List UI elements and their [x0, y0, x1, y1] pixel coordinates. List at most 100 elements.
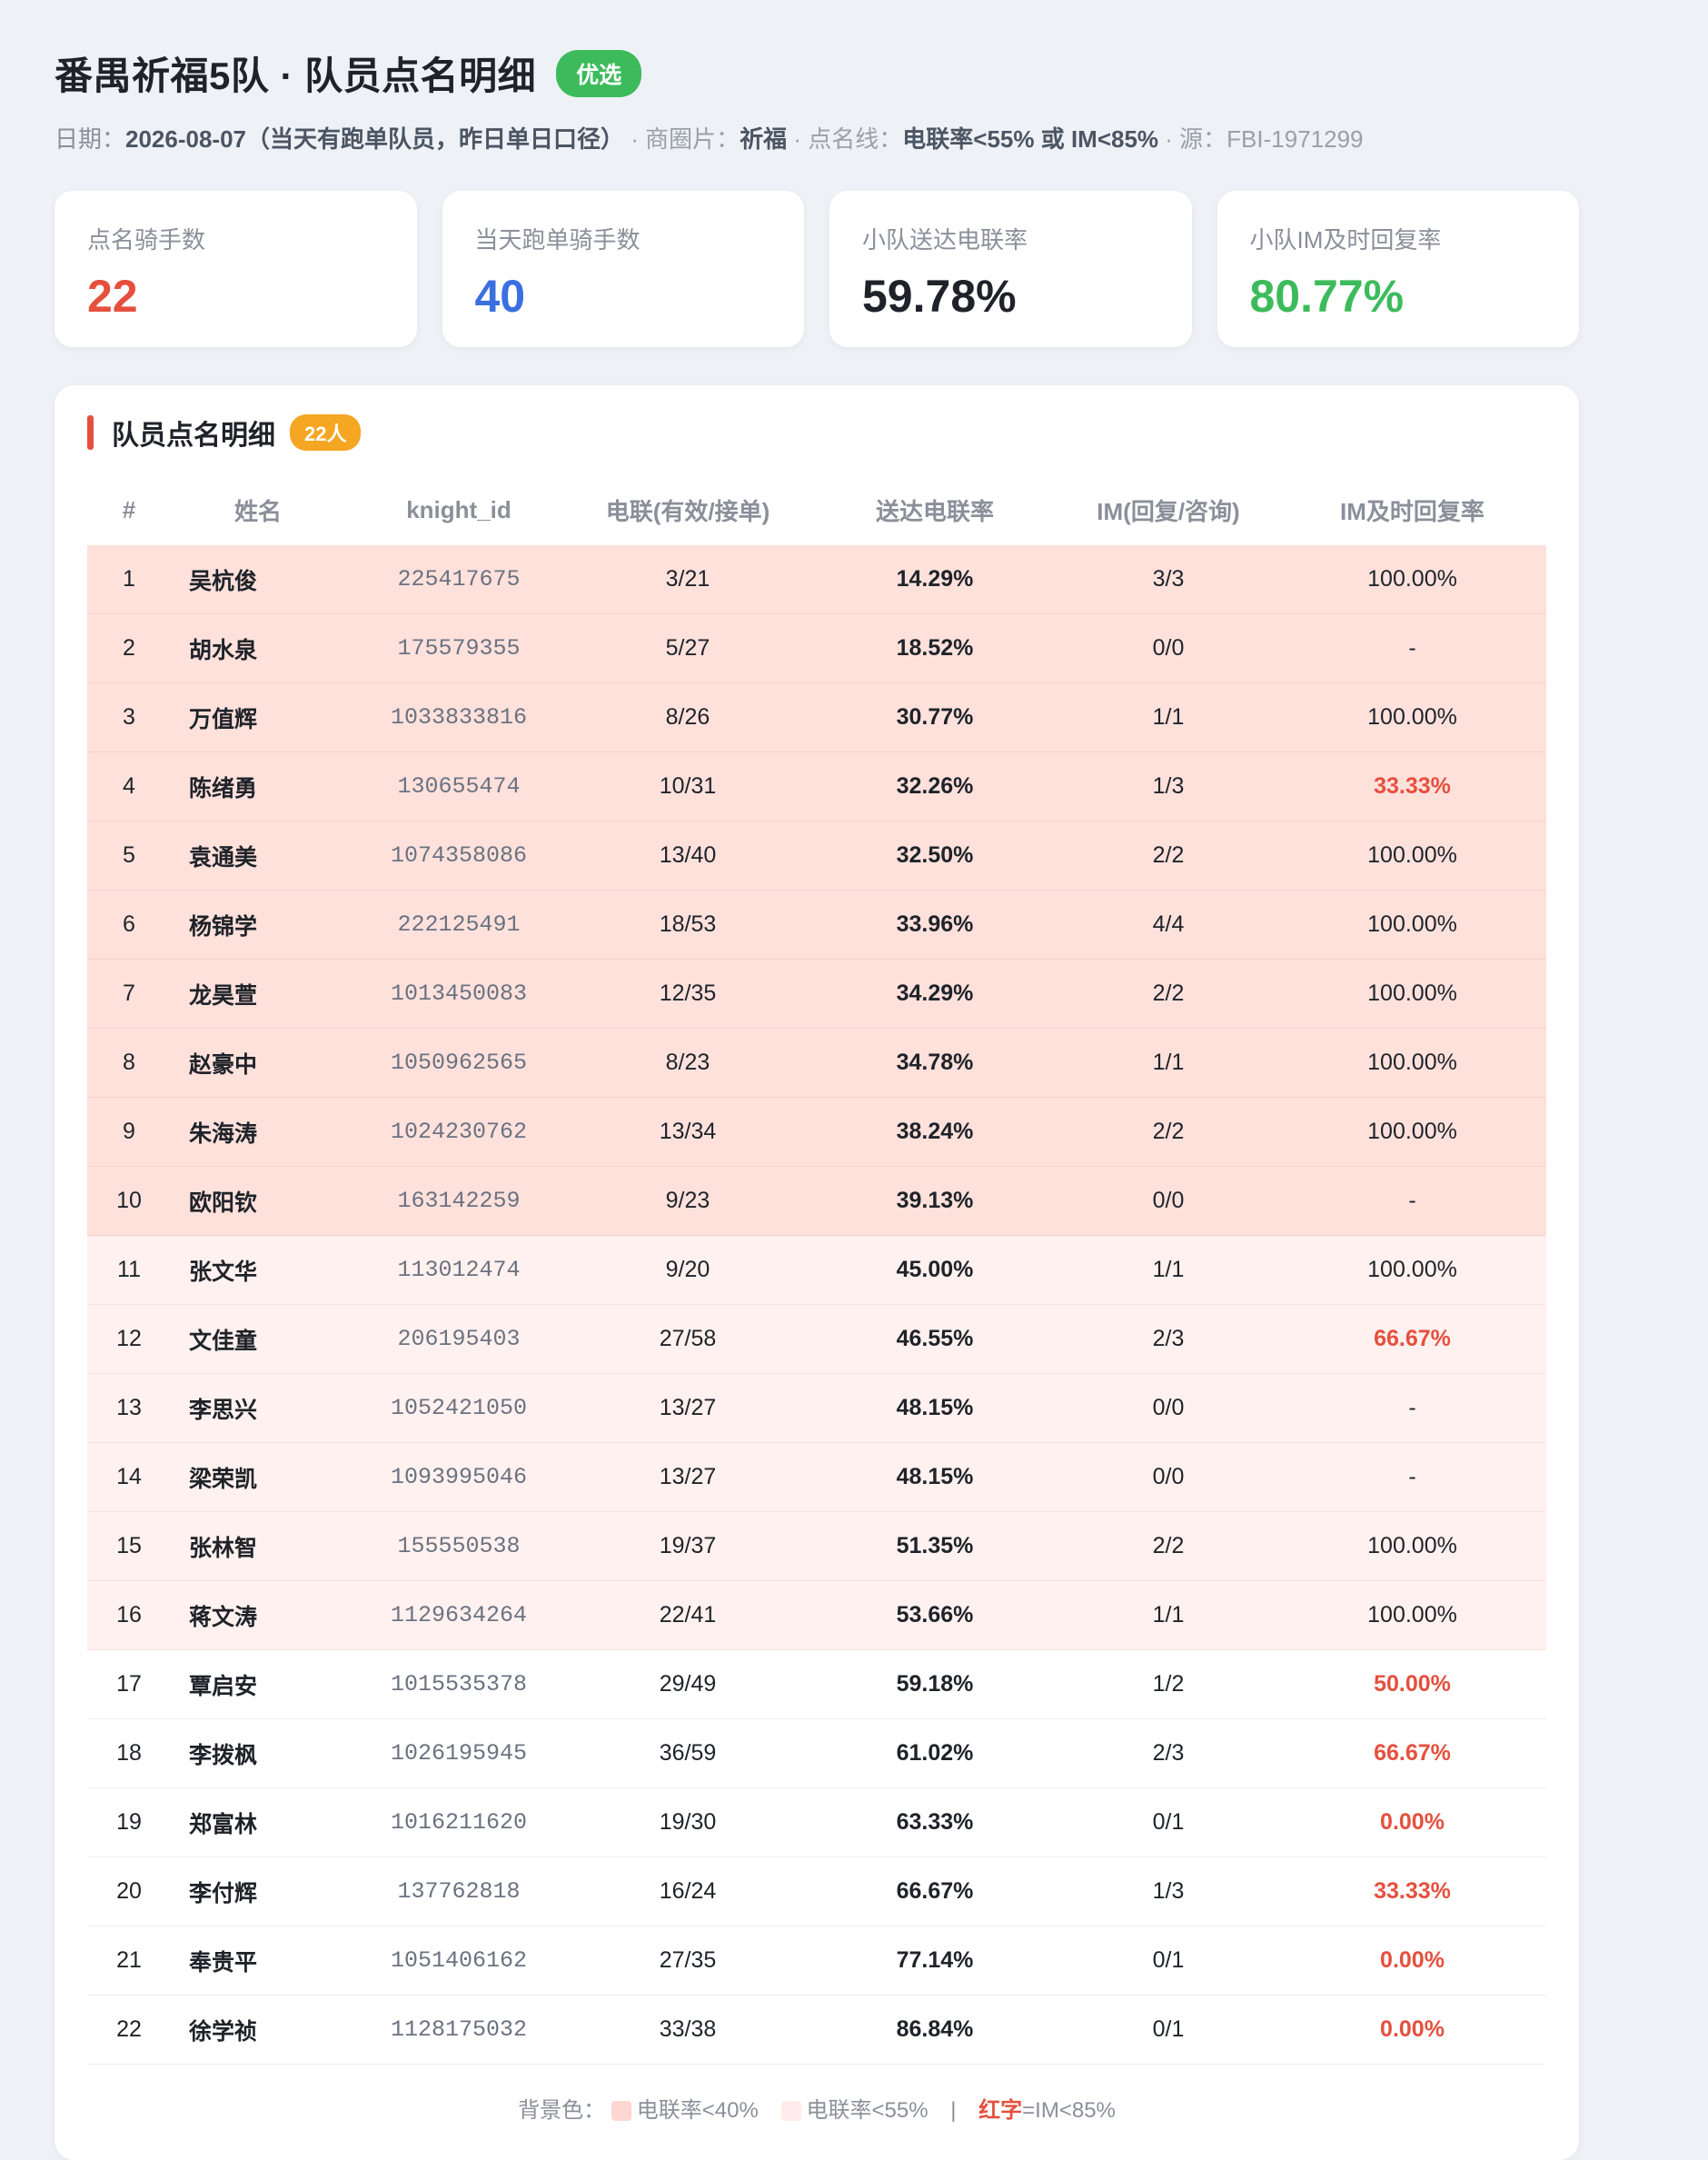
col-header-knight-id: knight_id	[406, 495, 511, 523]
page-title: 番禺祈福5队 · 队员点名明细	[55, 55, 537, 97]
cell-im-rate: 100.00%	[1278, 1097, 1546, 1167]
cell-call-rate: 38.24%	[811, 1097, 1058, 1167]
cell-im: 4/4	[1058, 890, 1278, 960]
cell-index: 14	[87, 1442, 171, 1512]
cell-call: 13/27	[564, 1373, 811, 1443]
table-row: 9 朱海涛 1024230762 13/34 38.24% 2/2 100.00%	[87, 1097, 1546, 1167]
cell-knight-id: 130655474	[353, 752, 564, 821]
table-row: 10 欧阳钦 163142259 9/23 39.13% 0/0-	[87, 1166, 1546, 1236]
table-row: 14 梁荣凯 1093995046 13/27 48.15% 0/0-	[87, 1442, 1546, 1512]
cell-index: 8	[87, 1028, 171, 1098]
cell-im-rate: 66.67%	[1278, 1718, 1546, 1788]
cell-name: 吴杭俊	[171, 545, 353, 614]
cell-im-rate: 100.00%	[1278, 1235, 1546, 1305]
cell-knight-id: 1129634264	[353, 1580, 564, 1650]
kpi-value: 40	[474, 271, 526, 322]
cell-knight-id: 1052421050	[353, 1373, 564, 1443]
cell-im: 1/1	[1058, 1235, 1278, 1305]
legend-swatch-light	[780, 2101, 801, 2121]
cell-im: 0/0	[1058, 1442, 1278, 1512]
table-row: 18 李拨枫 1026195945 36/59 61.02% 2/3 66.67%	[87, 1718, 1546, 1788]
cell-call-rate: 39.13%	[811, 1166, 1058, 1236]
cell-im: 0/1	[1058, 1995, 1278, 2065]
cell-knight-id: 225417675	[353, 545, 564, 614]
cell-knight-id: 1050962565	[353, 1028, 564, 1098]
table-row: 13 李思兴 1052421050 13/27 48.15% 0/0-	[87, 1373, 1546, 1443]
cell-index: 9	[87, 1097, 171, 1167]
cell-name: 朱海涛	[171, 1097, 353, 1167]
cell-im-rate: 100.00%	[1278, 890, 1546, 960]
accent-bar	[87, 415, 94, 450]
cell-index: 20	[87, 1856, 171, 1926]
cell-im: 1/1	[1058, 682, 1278, 752]
cell-call: 29/49	[564, 1649, 811, 1719]
table-row: 17 覃启安 1015535378 29/49 59.18% 1/2 50.00%	[87, 1649, 1546, 1719]
cell-knight-id: 206195403	[353, 1304, 564, 1374]
cell-im-rate: -	[1278, 1442, 1546, 1512]
date-label: 日期：	[55, 125, 126, 153]
cell-name: 梁荣凯	[171, 1442, 353, 1512]
cell-index: 22	[87, 1995, 171, 2065]
cell-name: 杨锦学	[171, 890, 353, 960]
cell-call-rate: 34.29%	[811, 959, 1058, 1029]
table-row: 16 蒋文涛 1129634264 22/41 53.66% 1/1 100.00%	[87, 1580, 1546, 1650]
cell-name: 欧阳钦	[171, 1166, 353, 1236]
cell-name: 覃启安	[171, 1649, 353, 1719]
cell-im: 0/0	[1058, 613, 1278, 683]
cell-call-rate: 32.50%	[811, 821, 1058, 891]
cell-index: 3	[87, 682, 171, 752]
cell-call: 22/41	[564, 1580, 811, 1650]
cell-call: 9/23	[564, 1166, 811, 1236]
cell-knight-id: 175579355	[353, 613, 564, 683]
cell-call-rate: 48.15%	[811, 1442, 1058, 1512]
detail-card: 队员点名明细 22人 # 姓名 knight_id 电联(有效/接单) 送达电联…	[55, 385, 1579, 2160]
cell-name: 郑富林	[171, 1787, 353, 1857]
kpi-value: 59.78%	[862, 271, 1017, 322]
cell-index: 12	[87, 1304, 171, 1374]
cell-call-rate: 66.67%	[811, 1856, 1058, 1926]
table-row: 12 文佳童 206195403 27/58 46.55% 2/3 66.67%	[87, 1304, 1546, 1374]
cell-name: 万值辉	[171, 682, 353, 752]
header: 番禺祈福5队 · 队员点名明细 优选	[55, 45, 1653, 101]
cell-knight-id: 1013450083	[353, 959, 564, 1029]
cell-call: 16/24	[564, 1856, 811, 1926]
kpi-card-call-rate: 小队送达电联率 59.78%	[829, 191, 1192, 347]
cell-name: 李付辉	[171, 1856, 353, 1926]
table-body: 1 吴杭俊 225417675 3/21 14.29% 3/3 100.00% 2 胡水泉 175…	[87, 545, 1546, 2065]
cell-call: 3/21	[564, 545, 811, 614]
cell-name: 徐学祯	[171, 1995, 353, 2065]
legend-item-light: 电联率<55%	[806, 2098, 928, 2123]
legend-red-desc: =IM<85%	[1022, 2098, 1116, 2123]
cell-call: 36/59	[564, 1718, 811, 1788]
col-header-call: 电联(有效/接单)	[605, 497, 770, 525]
cell-im-rate: 100.00%	[1278, 821, 1546, 891]
cell-name: 胡水泉	[171, 613, 353, 683]
cell-call-rate: 63.33%	[811, 1787, 1058, 1857]
cell-knight-id: 222125491	[353, 890, 564, 960]
cell-knight-id: 137762818	[353, 1856, 564, 1926]
col-header-im-rate: IM及时回复率	[1340, 497, 1485, 525]
area-label: · 商圈片：	[631, 125, 740, 153]
cell-call: 19/37	[564, 1511, 811, 1581]
cell-im-rate: 33.33%	[1278, 1856, 1546, 1926]
table-row: 5 袁通美 1074358086 13/40 32.50% 2/2 100.00%	[87, 821, 1546, 891]
cell-call: 18/53	[564, 890, 811, 960]
cell-knight-id: 1093995046	[353, 1442, 564, 1512]
table-row: 15 张林智 155550538 19/37 51.35% 2/2 100.00%	[87, 1511, 1546, 1581]
cell-name: 奉贵平	[171, 1926, 353, 1996]
kpi-label: 当天跑单骑手数	[474, 226, 640, 254]
cell-index: 13	[87, 1373, 171, 1443]
table-row: 8 赵豪中 1050962565 8/23 34.78% 1/1 100.00%	[87, 1028, 1546, 1098]
legend-divider: |	[950, 2098, 957, 2123]
legend-label: 背景色：	[518, 2098, 606, 2123]
cell-index: 4	[87, 752, 171, 821]
col-header-call-rate: 送达电联率	[875, 497, 994, 525]
cell-name: 文佳童	[171, 1304, 353, 1374]
cell-call: 27/35	[564, 1926, 811, 1996]
col-header-im: IM(回复/咨询)	[1097, 497, 1240, 525]
cell-im: 3/3	[1058, 545, 1278, 614]
cell-call-rate: 14.29%	[811, 545, 1058, 614]
cell-im-rate: -	[1278, 613, 1546, 683]
cell-im-rate: 0.00%	[1278, 1995, 1546, 2065]
kpi-card-called: 点名骑手数 22	[55, 191, 417, 347]
